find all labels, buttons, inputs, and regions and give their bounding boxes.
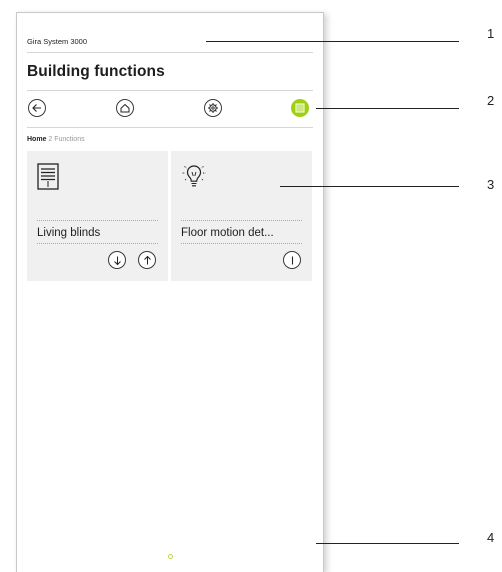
divider [27,90,313,91]
callout-number: 2 [487,93,495,108]
motion-toggle-button[interactable] [283,251,301,269]
callout-number: 1 [487,26,495,41]
back-arrow-icon [32,104,41,112]
functions-grid-button[interactable] [291,99,309,117]
home-button[interactable] [116,99,134,117]
tile-name: Floor motion det... [181,227,274,239]
toggle-bar-icon [291,256,293,264]
breadcrumb-current: 2 Functions [48,136,85,143]
function-tile-living-blinds[interactable]: Living blinds [27,151,168,281]
arrow-up-icon [143,255,151,264]
tile-name: Living blinds [37,227,101,239]
divider [181,243,302,244]
system-title: Gira System 3000 [27,37,88,46]
bulb-motion-icon [182,165,206,187]
divider [181,220,302,221]
page-indicator-dot [168,554,173,559]
callout-number: 3 [487,177,495,192]
callout-line [316,543,459,544]
grid-functions-icon [295,103,305,113]
divider [37,243,158,244]
callout-number: 4 [487,530,495,545]
page-title: Building functions [27,63,165,80]
divider [27,127,313,128]
back-button[interactable] [28,99,46,117]
callout-line [316,108,459,109]
breadcrumb-home[interactable]: Home [27,136,46,143]
blinds-down-button[interactable] [108,251,126,269]
function-tile-floor-motion[interactable]: Floor motion det... [171,151,312,281]
settings-gear-icon [208,103,218,113]
arrow-down-icon [113,256,121,265]
blinds-up-button[interactable] [138,251,156,269]
settings-button[interactable] [204,99,222,117]
divider [37,220,158,221]
device-screen: Gira System 3000 Building functions Home… [16,12,324,572]
blinds-icon [37,163,59,190]
divider [27,52,313,53]
callout-line [280,186,459,187]
home-icon [120,103,130,113]
callout-line [206,41,459,42]
breadcrumb: Home 2 Functions [27,136,85,143]
